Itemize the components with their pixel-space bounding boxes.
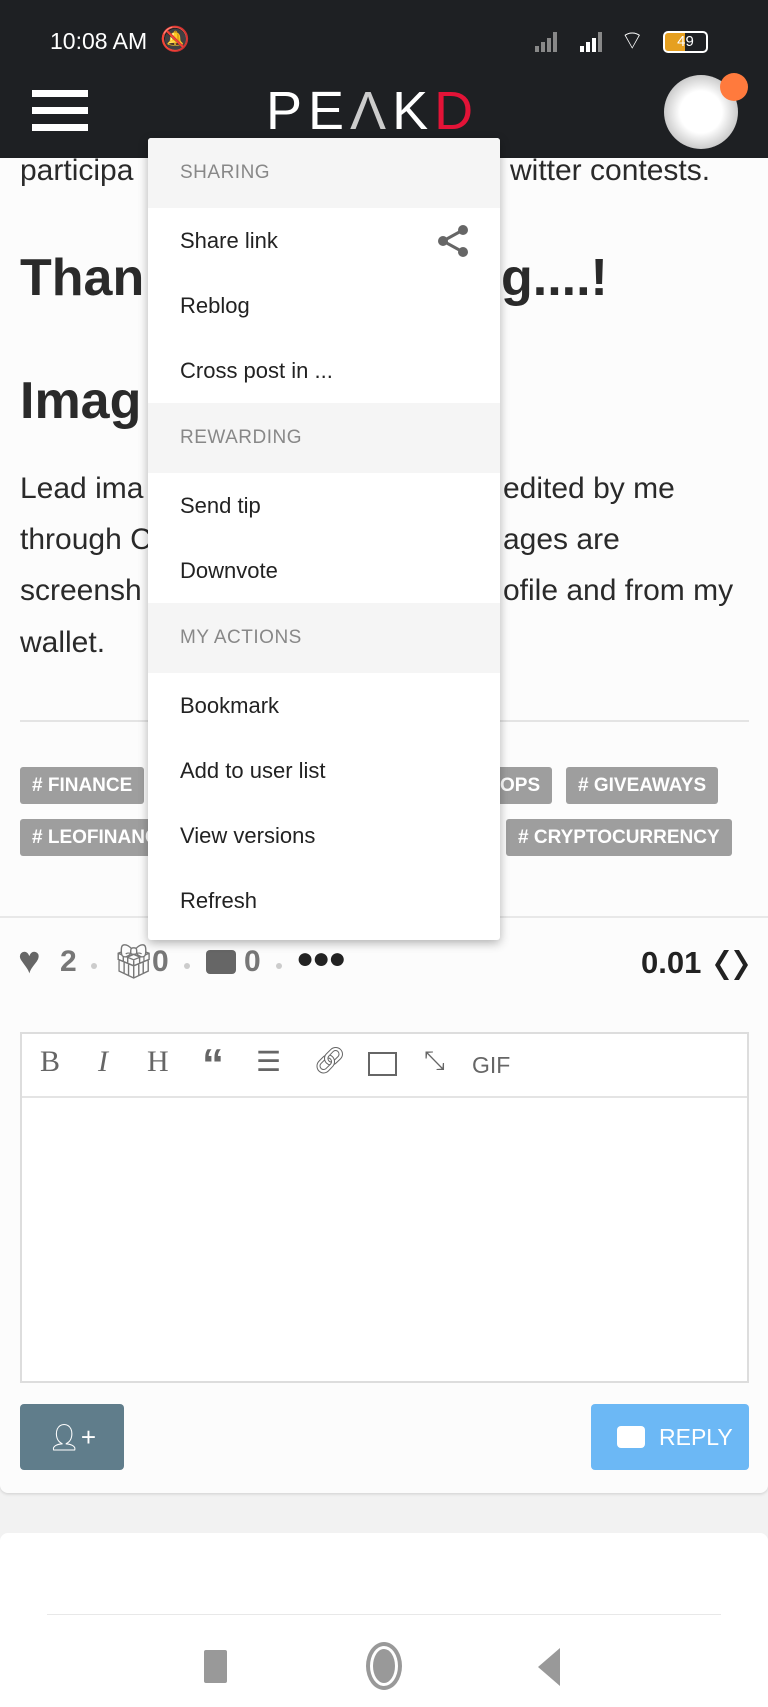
menu-item-bookmark[interactable]: Bookmark <box>148 673 500 738</box>
gif-button[interactable]: GIF <box>472 1052 510 1079</box>
bold-button[interactable]: B <box>40 1045 60 1079</box>
post-text: witter contests. <box>510 154 711 187</box>
status-bar: 10:08 AM 🔕 ⌔ 49 <box>0 0 768 80</box>
hive-icon <box>715 950 748 980</box>
menu-item-reblog[interactable]: Reblog <box>148 273 500 338</box>
tip-count[interactable]: 0 <box>152 945 169 979</box>
menu-item-share-link[interactable]: Share link <box>148 208 500 273</box>
comment-count[interactable]: 0 <box>244 945 261 979</box>
vote-count[interactable]: 2 <box>60 945 77 979</box>
home-button[interactable] <box>366 1642 402 1690</box>
post-text: ages are <box>503 523 620 556</box>
menu-item-add-to-user-list[interactable]: Add to user list <box>148 738 500 803</box>
hamburger-menu-icon[interactable] <box>32 90 88 132</box>
menu-item-label: Share link <box>180 228 278 253</box>
italic-button[interactable]: I <box>98 1045 108 1079</box>
more-options-icon[interactable]: ●●● <box>296 942 346 976</box>
divider <box>47 1614 721 1615</box>
menu-item-send-tip[interactable]: Send tip <box>148 473 500 538</box>
list-icon[interactable]: ☰ <box>256 1045 281 1078</box>
post-text: edited by me <box>503 472 675 505</box>
menu-item-cross-post[interactable]: Cross post in ... <box>148 338 500 403</box>
compress-icon[interactable]: ⤡ <box>424 1045 445 1077</box>
separator-dot <box>184 963 190 969</box>
post-heading: Than <box>20 249 145 307</box>
separator-dot <box>276 963 282 969</box>
menu-item-label: View versions <box>180 823 316 848</box>
tag-giveaways[interactable]: # GIVEAWAYS <box>566 767 719 804</box>
share-icon <box>438 225 468 257</box>
mute-icon: 🔕 <box>160 26 190 53</box>
post-heading: Imag <box>20 372 142 430</box>
reply-label: REPLY <box>659 1424 733 1450</box>
reply-button[interactable]: REPLY <box>591 1404 749 1470</box>
separator-dot <box>91 963 97 969</box>
comment-editor[interactable] <box>20 1032 749 1383</box>
comment-icon <box>617 1426 645 1448</box>
wifi-icon: ⌔ <box>620 25 645 55</box>
menu-section-rewarding: REWARDING <box>148 403 500 473</box>
comment-icon[interactable] <box>206 950 236 974</box>
battery-icon: 49 <box>663 31 708 53</box>
heading-button[interactable]: H <box>147 1045 169 1079</box>
post-text: through C <box>20 523 152 556</box>
menu-item-label: Downvote <box>180 558 278 583</box>
clock: 10:08 AM <box>50 28 148 54</box>
tag-cryptocurrency[interactable]: # CRYPTOCURRENCY <box>506 819 732 856</box>
menu-item-refresh[interactable]: Refresh <box>148 868 500 933</box>
menu-item-label: Send tip <box>180 493 261 518</box>
post-text: wallet. <box>20 626 106 659</box>
post-options-menu: SHARING Share link Reblog Cross post in … <box>148 138 500 940</box>
post-heading: g....! <box>501 249 608 307</box>
payout-value[interactable]: 0.01 <box>641 945 701 981</box>
menu-section-sharing: SHARING <box>148 138 500 208</box>
link-icon[interactable]: 🔗︎ <box>313 1045 346 1076</box>
menu-item-view-versions[interactable]: View versions <box>148 803 500 868</box>
peakd-logo[interactable]: PEΛKD <box>266 80 479 142</box>
heart-icon[interactable]: ♥ <box>18 940 41 983</box>
menu-item-label: Reblog <box>180 293 250 318</box>
menu-item-label: Cross post in ... <box>180 358 333 383</box>
post-text: Lead ima <box>20 472 144 505</box>
menu-item-label: Add to user list <box>180 758 326 783</box>
signal-icon <box>535 32 602 52</box>
post-text: ofile and from my <box>503 574 734 607</box>
post-text: participa <box>20 154 134 187</box>
notification-badge[interactable] <box>720 73 748 101</box>
back-button[interactable] <box>538 1648 560 1686</box>
recents-button[interactable] <box>204 1650 227 1683</box>
battery-level: 49 <box>677 33 694 50</box>
menu-section-my-actions: MY ACTIONS <box>148 603 500 673</box>
menu-item-label: Refresh <box>180 888 258 913</box>
mention-user-button[interactable]: 👤︎+ <box>20 1404 124 1470</box>
tag-finance[interactable]: # FINANCE <box>20 767 145 804</box>
post-text: screensh <box>20 574 142 607</box>
gift-icon[interactable]: 🎁︎ <box>112 942 155 982</box>
quote-icon[interactable]: “ <box>202 1040 224 1090</box>
menu-item-downvote[interactable]: Downvote <box>148 538 500 603</box>
image-icon[interactable] <box>368 1052 397 1076</box>
menu-item-label: Bookmark <box>180 693 280 718</box>
